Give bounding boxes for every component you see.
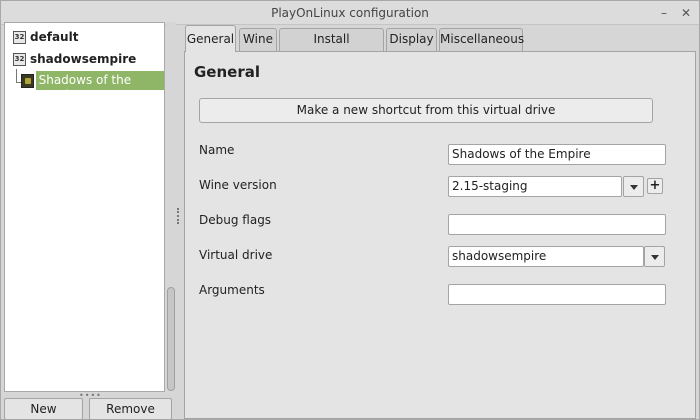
minimize-button[interactable]: – (655, 4, 673, 22)
tree-item-label: Shadows of the Empire (35, 71, 164, 102)
vertical-splitter-icon[interactable] (177, 208, 181, 224)
general-panel: General Make a new shortcut from this vi… (184, 51, 696, 419)
arch-32-icon: 32 (13, 30, 26, 44)
arguments-label: Arguments (199, 283, 265, 297)
tree-item-shadows-of-the-empire[interactable]: Shadows of the Empire (21, 71, 164, 102)
tab-install-components[interactable]: Install components (279, 28, 384, 67)
chevron-down-icon[interactable] (644, 246, 665, 267)
virtual-drive-select[interactable]: shadowsempire (448, 246, 644, 267)
wine-version-select[interactable]: 2.15-staging (448, 176, 622, 197)
chevron-down-icon[interactable] (623, 176, 644, 197)
configuration-window: PlayOnLinux configuration – ✕ 32 default… (0, 0, 700, 420)
make-shortcut-button[interactable]: Make a new shortcut from this virtual dr… (199, 98, 653, 123)
tree-item-shadowsempire[interactable]: 32 shadowsempire (13, 50, 136, 68)
scrollbar-thumb[interactable] (167, 287, 175, 391)
window-title: PlayOnLinux configuration (271, 6, 429, 20)
tree-scrollbar[interactable] (166, 22, 176, 392)
tree-item-label: shadowsempire (30, 52, 137, 66)
tree-item-default[interactable]: 32 default (13, 28, 78, 46)
virtual-drive-label: Virtual drive (199, 248, 273, 262)
virtual-drive-tree[interactable]: 32 default 32 shadowsempire Shadows of t… (4, 22, 165, 392)
panel-heading: General (194, 63, 260, 81)
arguments-field[interactable] (448, 284, 666, 305)
tab-general[interactable]: General (185, 25, 236, 52)
close-button[interactable]: ✕ (677, 4, 695, 22)
add-wine-version-button[interactable]: + (647, 178, 663, 194)
tab-display[interactable]: Display (386, 28, 437, 51)
tab-wine[interactable]: Wine (239, 28, 277, 51)
tab-miscellaneous[interactable]: Miscellaneous (439, 28, 524, 51)
debug-flags-label: Debug flags (199, 213, 272, 227)
name-field[interactable]: Shadows of the Empire (448, 144, 666, 165)
arch-32-icon: 32 (13, 52, 26, 66)
new-button[interactable]: New (4, 398, 83, 420)
wine-version-label: Wine version (199, 178, 277, 192)
name-label: Name (199, 143, 235, 157)
game-icon (21, 73, 34, 88)
remove-button[interactable]: Remove (89, 398, 172, 420)
horizontal-grip-icon[interactable]: •••• (79, 392, 101, 400)
tree-item-label: default (30, 30, 79, 44)
debug-flags-field[interactable] (448, 214, 666, 235)
